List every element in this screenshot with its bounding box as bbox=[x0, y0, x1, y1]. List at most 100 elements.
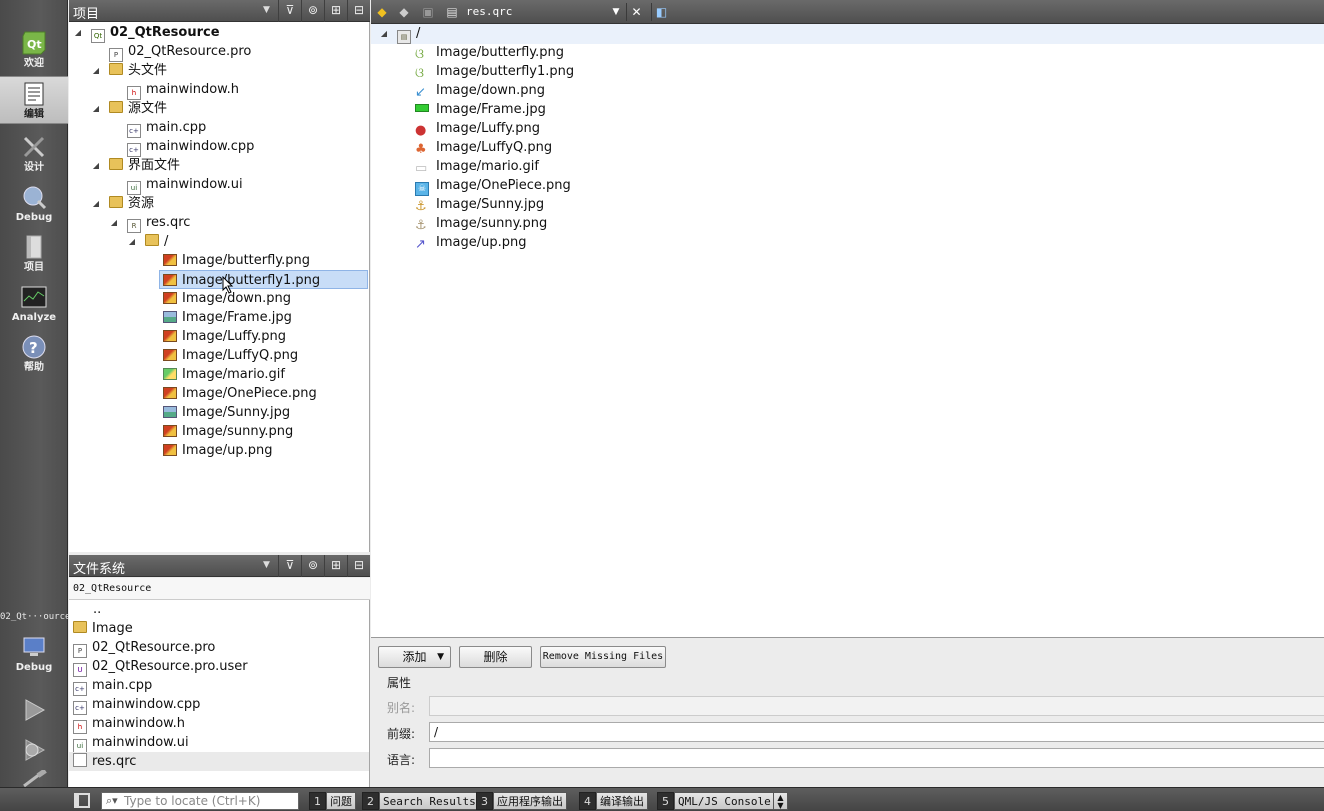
fs-item[interactable]: c+ main.cpp bbox=[73, 676, 152, 696]
resource-item[interactable]: ଓ Image/butterfly.png bbox=[415, 43, 564, 62]
close-panel-icon[interactable]: ⊟ bbox=[347, 0, 370, 22]
alias-input[interactable] bbox=[429, 696, 1324, 716]
tree-item-main-cpp[interactable]: c+ main.cpp bbox=[127, 118, 206, 138]
tree-item-image[interactable]: Image/sunny.png bbox=[163, 422, 293, 441]
tree-item-image[interactable]: Image/Frame.jpg bbox=[163, 308, 292, 327]
expand-arrow-icon[interactable]: ◢ bbox=[91, 99, 101, 118]
expand-arrow-icon[interactable]: ◢ bbox=[73, 23, 83, 42]
resource-item[interactable]: ☠ Image/OnePiece.png bbox=[415, 176, 571, 196]
tree-item-image[interactable]: Image/Luffy.png bbox=[163, 327, 286, 346]
build-hammer-icon[interactable] bbox=[20, 770, 48, 788]
filesystem-panel-tools: ⊽ ⊚ ⊞ ⊟ bbox=[278, 555, 370, 577]
debug-bug-icon bbox=[23, 186, 47, 210]
qt-project-icon: Qt bbox=[91, 29, 105, 43]
filter-icon[interactable]: ⊽ bbox=[278, 555, 301, 577]
mode-sidebar: Qt 欢迎 编辑 设计 Debug 项目 Analyze ? 帮助 02_Qt·… bbox=[0, 0, 70, 788]
tree-item-image[interactable]: Image/mario.gif bbox=[163, 365, 285, 384]
fs-item[interactable]: P 02_QtResource.pro bbox=[73, 638, 215, 658]
toggle-sidebar-icon[interactable] bbox=[74, 793, 90, 808]
resource-item[interactable]: ● Image/Luffy.png bbox=[415, 119, 540, 138]
resource-item[interactable]: ▭ Image/mario.gif bbox=[415, 157, 539, 176]
fs-item[interactable]: h mainwindow.h bbox=[73, 714, 185, 734]
png-file-icon bbox=[163, 292, 177, 304]
fs-item-parent[interactable]: .. bbox=[93, 600, 101, 619]
filter-icon[interactable]: ⊽ bbox=[278, 0, 301, 22]
mode-projects[interactable]: 项目 bbox=[0, 230, 68, 278]
tree-item-header-file[interactable]: h mainwindow.h bbox=[127, 80, 239, 100]
tree-item-image[interactable]: Image/butterfly.png bbox=[163, 251, 310, 270]
mode-debug[interactable]: Debug bbox=[0, 180, 68, 228]
mode-help[interactable]: ? 帮助 bbox=[0, 330, 68, 378]
tree-item-mainwindow-cpp[interactable]: c+ mainwindow.cpp bbox=[127, 137, 254, 157]
resource-item[interactable]: ↗ Image/up.png bbox=[415, 233, 526, 252]
resource-item[interactable]: Image/Frame.jpg bbox=[415, 100, 546, 119]
properties-title: 属性 bbox=[387, 676, 412, 690]
language-input[interactable] bbox=[429, 748, 1324, 768]
tree-item-ui-file[interactable]: ui mainwindow.ui bbox=[127, 175, 243, 195]
remove-button[interactable]: 删除 bbox=[459, 646, 532, 668]
locate-input[interactable]: ⌕▾ Type to locate (Ctrl+K) bbox=[101, 792, 299, 810]
expand-arrow-icon[interactable]: ◢ bbox=[127, 232, 137, 251]
close-document-icon[interactable]: ✕ bbox=[626, 3, 646, 21]
chevron-down-icon[interactable]: ▼ bbox=[263, 5, 270, 15]
tree-item-image[interactable]: Image/Sunny.jpg bbox=[163, 403, 290, 422]
mode-design[interactable]: 设计 bbox=[0, 130, 68, 178]
fs-item[interactable]: U 02_QtResource.pro.user bbox=[73, 657, 248, 677]
more-tabs-stepper-icon[interactable]: ▲ ▼ bbox=[773, 792, 788, 810]
onepiece-icon: ☠ bbox=[415, 182, 429, 196]
document-selector[interactable]: res.qrc bbox=[466, 5, 512, 18]
expand-arrow-icon[interactable]: ◢ bbox=[109, 213, 119, 232]
add-button[interactable]: 添加 ▼ bbox=[378, 646, 451, 668]
mode-welcome[interactable]: Qt 欢迎 bbox=[0, 26, 68, 74]
expand-arrow-icon[interactable]: ◢ bbox=[379, 24, 389, 43]
tree-item-image-selected[interactable]: Image/butterfly1.png bbox=[159, 270, 368, 289]
sync-link-icon[interactable]: ⊚ bbox=[301, 0, 324, 22]
tree-item-pro[interactable]: P 02_QtResource.pro bbox=[109, 42, 251, 62]
output-tab-qml-console[interactable]: 5 QML/JS Console bbox=[657, 792, 775, 810]
tree-item-image[interactable]: Image/LuffyQ.png bbox=[163, 346, 298, 365]
fs-item[interactable]: ui mainwindow.ui bbox=[73, 733, 189, 753]
cpp-file-icon: c+ bbox=[73, 682, 87, 696]
mode-edit[interactable]: 编辑 bbox=[0, 76, 68, 124]
kit-selector[interactable]: Debug bbox=[0, 630, 68, 678]
lock-icon[interactable]: ▣ bbox=[419, 3, 437, 21]
fs-item-folder[interactable]: Image bbox=[73, 619, 133, 638]
resource-item[interactable]: ⚓ Image/sunny.png bbox=[415, 214, 547, 233]
split-icon[interactable]: ⊞ bbox=[324, 555, 347, 577]
resource-item[interactable]: ⚓ Image/Sunny.jpg bbox=[415, 195, 544, 214]
remove-missing-files-button[interactable]: Remove Missing Files bbox=[540, 646, 666, 668]
resource-item[interactable]: ♣ Image/LuffyQ.png bbox=[415, 138, 552, 157]
cpp-file-icon: c+ bbox=[127, 124, 141, 138]
split-editor-icon[interactable]: ◧ bbox=[651, 3, 671, 21]
fs-item[interactable]: c+ mainwindow.cpp bbox=[73, 695, 200, 715]
fs-item-current[interactable]: res.qrc bbox=[69, 752, 369, 771]
search-icon: ⌕▾ bbox=[106, 794, 118, 807]
mario-icon: ▭ bbox=[415, 161, 428, 176]
tree-item-image[interactable]: Image/OnePiece.png bbox=[163, 384, 317, 403]
ui-file-icon: ui bbox=[73, 739, 87, 753]
back-arrow-icon[interactable]: ◆ bbox=[373, 3, 391, 21]
output-tab-search-results[interactable]: 2 Search Results bbox=[362, 792, 480, 810]
expand-arrow-icon[interactable]: ◢ bbox=[91, 194, 101, 213]
mode-analyze[interactable]: Analyze bbox=[0, 280, 68, 328]
expand-arrow-icon[interactable]: ◢ bbox=[91, 61, 101, 80]
output-tab-issues[interactable]: 1 问题 bbox=[309, 792, 356, 810]
split-icon[interactable]: ⊞ bbox=[324, 0, 347, 22]
output-tab-app-output[interactable]: 3 应用程序输出 bbox=[476, 792, 567, 810]
qt-logo-icon: Qt bbox=[22, 31, 46, 55]
prefix-input[interactable]: / bbox=[429, 722, 1324, 742]
tree-item-image[interactable]: Image/up.png bbox=[163, 441, 272, 460]
close-panel-icon[interactable]: ⊟ bbox=[347, 555, 370, 577]
output-tab-compile-output[interactable]: 4 编译输出 bbox=[579, 792, 648, 810]
chevron-down-icon[interactable]: ▼ bbox=[607, 3, 625, 21]
expand-arrow-icon[interactable]: ◢ bbox=[91, 156, 101, 175]
chevron-down-icon[interactable]: ▼ bbox=[263, 560, 270, 570]
sync-link-icon[interactable]: ⊚ bbox=[301, 555, 324, 577]
project-panel-title: 项目 bbox=[73, 7, 100, 22]
debug-run-icon[interactable] bbox=[20, 736, 48, 764]
forward-arrow-icon[interactable]: ◆ bbox=[395, 3, 413, 21]
resource-item[interactable]: ଓ Image/butterfly1.png bbox=[415, 62, 574, 81]
run-icon[interactable] bbox=[20, 696, 48, 724]
resource-item[interactable]: ↙ Image/down.png bbox=[415, 81, 545, 100]
butterfly-icon: ଓ bbox=[415, 47, 424, 62]
